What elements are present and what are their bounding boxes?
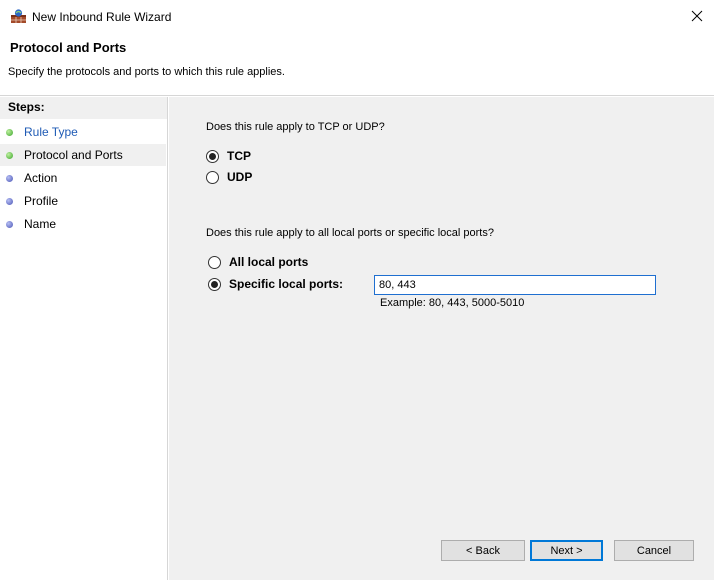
radio-unchecked-icon <box>208 255 221 269</box>
step-label: Name <box>24 217 57 231</box>
protocol-question: Does this rule apply to TCP or UDP? <box>206 121 385 133</box>
step-complete-dot-icon <box>6 128 13 136</box>
step-rule-type[interactable]: Rule Type <box>0 121 166 143</box>
step-pending-dot-icon <box>6 197 13 205</box>
udp-radio[interactable]: UDP <box>206 170 252 184</box>
wizard-header: Protocol and Ports Specify the protocols… <box>0 34 714 96</box>
wizard-content: Does this rule apply to TCP or UDP? TCP … <box>169 97 714 580</box>
page-subtitle: Specify the protocols and ports to which… <box>8 66 285 78</box>
step-action: Action <box>0 167 166 189</box>
all-local-ports-label: All local ports <box>229 255 309 269</box>
back-button[interactable]: < Back <box>441 540 525 561</box>
step-profile: Profile <box>0 190 166 212</box>
step-label: Rule Type <box>24 125 78 139</box>
step-current-dot-icon <box>6 151 13 159</box>
radio-checked-icon <box>206 149 219 163</box>
udp-label: UDP <box>227 170 253 184</box>
specific-local-ports-radio[interactable]: Specific local ports: <box>208 277 343 291</box>
ports-example-text: Example: 80, 443, 5000-5010 <box>380 297 525 309</box>
specific-ports-input[interactable] <box>374 275 656 295</box>
steps-heading: Steps: <box>0 97 167 119</box>
step-label: Protocol and Ports <box>24 148 123 162</box>
cancel-button[interactable]: Cancel <box>614 540 694 561</box>
step-label: Action <box>24 171 58 185</box>
all-local-ports-radio[interactable]: All local ports <box>208 255 308 269</box>
step-pending-dot-icon <box>6 220 13 228</box>
firewall-icon <box>10 8 27 24</box>
radio-unchecked-icon <box>206 170 219 184</box>
step-pending-dot-icon <box>6 174 13 182</box>
radio-checked-icon <box>208 277 221 291</box>
next-button[interactable]: Next > <box>530 540 603 561</box>
close-icon <box>691 10 703 25</box>
window-title: New Inbound Rule Wizard <box>32 10 172 24</box>
steps-panel: Steps: Rule Type Protocol and Ports Acti… <box>0 97 168 580</box>
title-bar: New Inbound Rule Wizard <box>0 0 714 34</box>
step-name: Name <box>0 213 166 235</box>
tcp-radio[interactable]: TCP <box>206 149 251 163</box>
close-button[interactable] <box>680 2 714 32</box>
step-protocol-and-ports: Protocol and Ports <box>0 144 166 166</box>
tcp-label: TCP <box>227 149 251 163</box>
ports-question: Does this rule apply to all local ports … <box>206 227 494 239</box>
step-label: Profile <box>24 194 59 208</box>
specific-local-ports-label: Specific local ports: <box>229 277 344 291</box>
page-title: Protocol and Ports <box>10 40 127 55</box>
